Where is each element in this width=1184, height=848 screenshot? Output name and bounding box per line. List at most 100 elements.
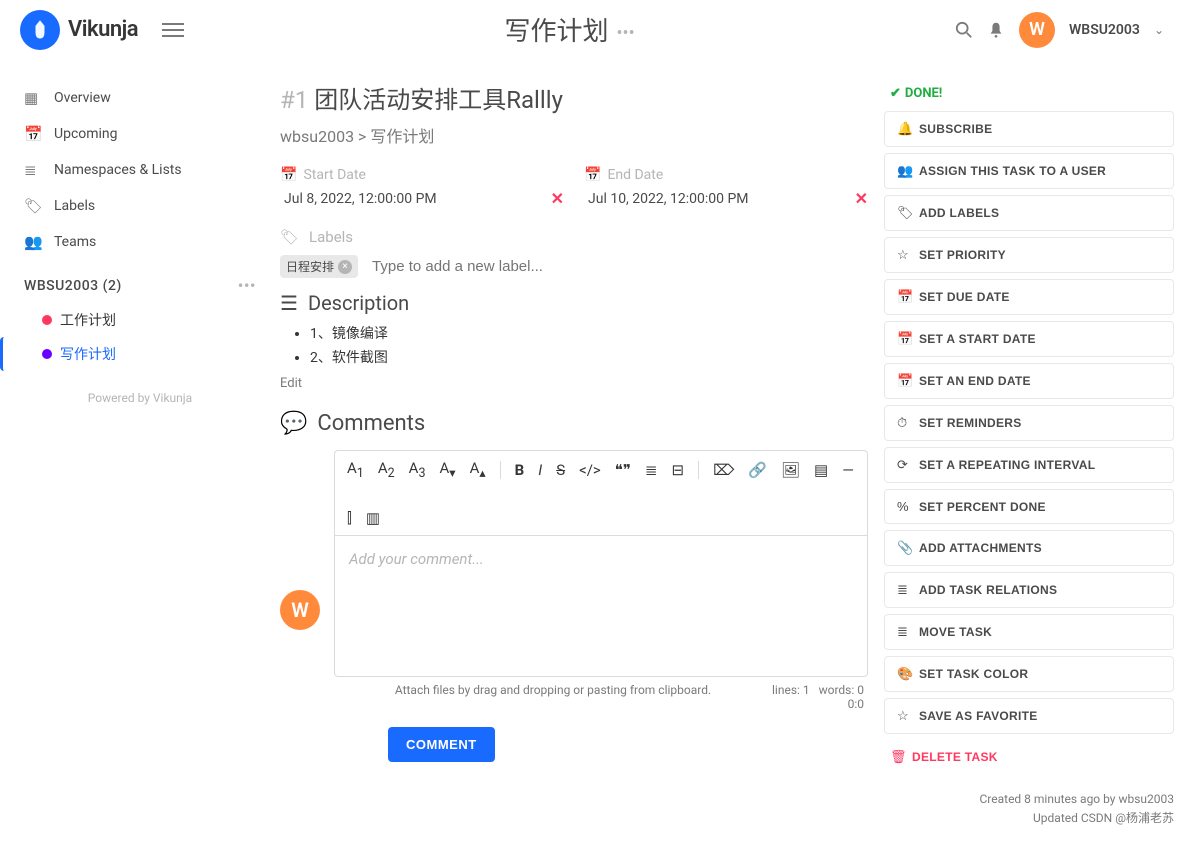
username[interactable]: WBSU2003 bbox=[1069, 22, 1140, 38]
list-icon: ☰ bbox=[280, 291, 298, 315]
avatar[interactable]: W bbox=[1019, 12, 1055, 48]
ol-button[interactable]: ⊟ bbox=[672, 461, 685, 479]
action-icon: 📅 bbox=[897, 373, 911, 389]
clean-button[interactable]: ⌦ bbox=[713, 461, 734, 479]
namespace-header[interactable]: WBSU2003 (2) ••• bbox=[14, 260, 266, 303]
action-set-task-color[interactable]: 🎨 SET TASK COLOR bbox=[884, 656, 1174, 692]
action-move-task[interactable]: ≣MOVE TASK bbox=[884, 614, 1174, 650]
comments-header: 💬 Comments bbox=[280, 411, 868, 436]
hamburger-icon[interactable] bbox=[162, 17, 184, 42]
clear-start-date[interactable]: ✕ bbox=[551, 189, 564, 208]
action-label: ASSIGN THIS TASK TO A USER bbox=[919, 164, 1106, 178]
done-badge[interactable]: ✔ DONE! bbox=[890, 86, 1174, 101]
nav-label: Overview bbox=[54, 90, 111, 106]
action-icon: 📎 bbox=[897, 540, 911, 556]
action-set-a-repeating-interval[interactable]: ⟳ SET A REPEATING INTERVAL bbox=[884, 447, 1174, 483]
action-subscribe[interactable]: 🔔SUBSCRIBE bbox=[884, 111, 1174, 147]
table-button[interactable]: ▤ bbox=[814, 461, 828, 479]
action-set-due-date[interactable]: 📅SET DUE DATE bbox=[884, 279, 1174, 315]
sidebar-item-overview[interactable]: ▦ Overview bbox=[14, 80, 266, 116]
action-save-as-favorite[interactable]: ☆SAVE AS FAVORITE bbox=[884, 698, 1174, 734]
italic-button[interactable]: I bbox=[538, 461, 542, 479]
action-set-reminders[interactable]: ⏱SET REMINDERS bbox=[884, 405, 1174, 441]
sidebar-item-labels[interactable]: 🏷Labels bbox=[14, 188, 266, 224]
action-label: ADD TASK RELATIONS bbox=[919, 583, 1057, 597]
action-label: SET REMINDERS bbox=[919, 416, 1022, 430]
quote-button[interactable]: ❝❞ bbox=[615, 461, 631, 479]
end-date-label: 📅 End Date bbox=[584, 167, 868, 183]
delete-task-button[interactable]: 🗑 DELETE TASK bbox=[884, 740, 1174, 774]
sidebar-item-upcoming[interactable]: 📅Upcoming bbox=[14, 116, 266, 152]
action-icon: 🎨 bbox=[897, 666, 911, 682]
image-button[interactable]: 🖼 bbox=[781, 461, 800, 479]
action-label: SET PERCENT DONE bbox=[919, 500, 1046, 514]
chevron-down-icon[interactable]: ⌄ bbox=[1154, 23, 1164, 37]
action-set-a-start-date[interactable]: 📅SET A START DATE bbox=[884, 321, 1174, 357]
list-item[interactable]: 工作计划 bbox=[14, 303, 266, 337]
ul-button[interactable]: ≣ bbox=[645, 461, 658, 479]
heading2-button[interactable]: A2 bbox=[378, 459, 395, 481]
code-button[interactable]: </> bbox=[579, 461, 601, 479]
heading-smaller-button[interactable]: A▾ bbox=[439, 459, 455, 481]
label-input[interactable] bbox=[368, 254, 868, 279]
namespace-more-icon[interactable]: ••• bbox=[238, 276, 256, 295]
edit-description[interactable]: Edit bbox=[280, 376, 302, 391]
start-date-value[interactable]: Jul 8, 2022, 12:00:00 PM bbox=[280, 191, 551, 207]
action-icon: 📅 bbox=[897, 289, 911, 305]
topbar: Vikunja 写作计划••• W WBSU2003 ⌄ bbox=[0, 0, 1184, 60]
title-more-icon[interactable]: ••• bbox=[616, 23, 634, 44]
action-label: SET TASK COLOR bbox=[919, 667, 1028, 681]
heading1-button[interactable]: A1 bbox=[347, 459, 364, 481]
action-set-an-end-date[interactable]: 📅SET AN END DATE bbox=[884, 363, 1174, 399]
action-add-task-relations[interactable]: ≣ADD TASK RELATIONS bbox=[884, 572, 1174, 608]
nav-icon: ▦ bbox=[24, 89, 42, 107]
nav-icon: ≣ bbox=[24, 161, 42, 179]
task-meta: Created 8 minutes ago by wbsu2003 Update… bbox=[884, 790, 1174, 828]
remove-label-icon[interactable]: × bbox=[338, 260, 352, 274]
task-actions-sidebar: ✔ DONE! 🔔SUBSCRIBE 👥ASSIGN THIS TASK TO A… bbox=[884, 80, 1174, 828]
label-chip[interactable]: 日程安排 × bbox=[280, 255, 358, 278]
breadcrumb[interactable]: wbsu2003 > 写作计划 bbox=[280, 123, 868, 147]
bold-button[interactable]: B bbox=[515, 461, 525, 479]
action-label: ADD ATTACHMENTS bbox=[919, 541, 1042, 555]
comment-textarea[interactable]: Add your comment... bbox=[335, 536, 867, 676]
clear-end-date[interactable]: ✕ bbox=[855, 189, 868, 208]
nav-icon: 👥 bbox=[24, 233, 42, 251]
list-label: 工作计划 bbox=[60, 310, 116, 330]
action-icon: ⟳ bbox=[897, 457, 911, 473]
sidebar: ▦ Overview 📅Upcoming≣Namespaces & Lists🏷La… bbox=[0, 60, 280, 848]
guide-button[interactable]: ▥ bbox=[366, 509, 380, 527]
logo[interactable]: Vikunja bbox=[20, 10, 138, 50]
comments-icon: 💬 bbox=[280, 411, 307, 436]
heading3-button[interactable]: A3 bbox=[409, 459, 426, 481]
editor-toolbar: A1 A2 A3 A▾ A▴ B I S </> ❝❞ ≣ ⊟ bbox=[335, 451, 867, 536]
action-add-attachments[interactable]: 📎 ADD ATTACHMENTS bbox=[884, 530, 1174, 566]
action-label: SET PRIORITY bbox=[919, 248, 1006, 262]
nav-label: Upcoming bbox=[54, 126, 118, 142]
action-icon: 📅 bbox=[897, 331, 911, 347]
action-icon: 🏷 bbox=[897, 205, 911, 221]
end-date-value[interactable]: Jul 10, 2022, 12:00:00 PM bbox=[584, 191, 855, 207]
action-label: SET A REPEATING INTERVAL bbox=[919, 458, 1095, 472]
side-button[interactable]: ⫿ bbox=[347, 509, 352, 527]
link-button[interactable]: 🔗 bbox=[748, 461, 767, 479]
comment-editor[interactable]: A1 A2 A3 A▾ A▴ B I S </> ❝❞ ≣ ⊟ bbox=[334, 450, 868, 677]
action-set-percent-done[interactable]: %SET PERCENT DONE bbox=[884, 489, 1174, 524]
search-icon[interactable] bbox=[955, 19, 973, 40]
bell-icon[interactable] bbox=[987, 19, 1005, 40]
strike-button[interactable]: S bbox=[556, 461, 565, 479]
description-list: 1、镜像编译2、软件截图 bbox=[310, 323, 868, 367]
list-item[interactable]: 写作计划 bbox=[0, 337, 266, 371]
action-add-labels[interactable]: 🏷ADD LABELS bbox=[884, 195, 1174, 231]
action-icon: ≣ bbox=[897, 624, 911, 640]
action-set-priority[interactable]: ☆SET PRIORITY bbox=[884, 237, 1174, 273]
labels-section-label: 🏷 Labels bbox=[280, 228, 868, 246]
sidebar-item-namespaces-lists[interactable]: ≣Namespaces & Lists bbox=[14, 152, 266, 188]
heading-bigger-button[interactable]: A▴ bbox=[470, 459, 486, 481]
description-item: 2、软件截图 bbox=[310, 347, 868, 367]
comment-button[interactable]: COMMENT bbox=[388, 727, 495, 762]
sidebar-item-teams[interactable]: 👥Teams bbox=[14, 224, 266, 260]
editor-stats: lines: 1 words: 0 0:0 bbox=[772, 683, 868, 711]
action-assign-this-task-to-a-user[interactable]: 👥ASSIGN THIS TASK TO A USER bbox=[884, 153, 1174, 189]
hr-button[interactable]: — bbox=[842, 461, 854, 479]
